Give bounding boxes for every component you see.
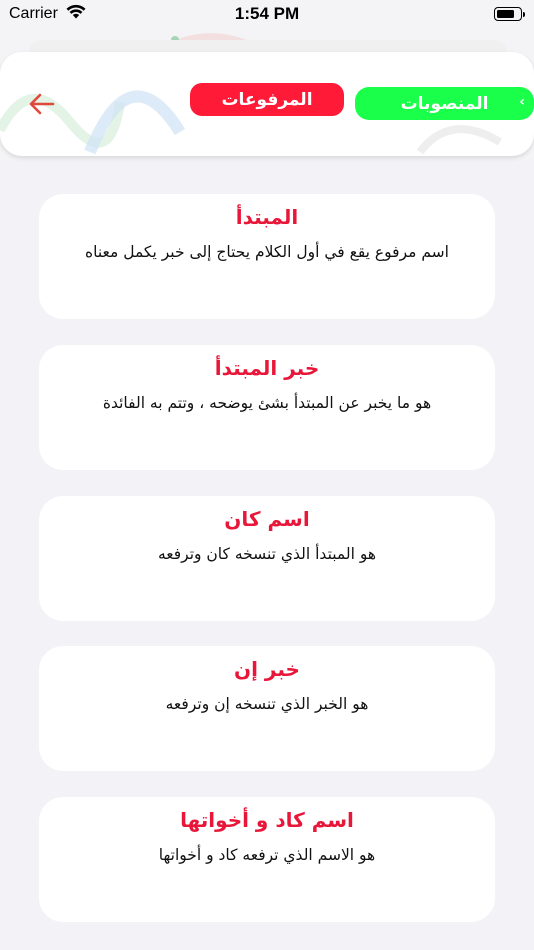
card-title: خبر إن bbox=[234, 657, 300, 681]
card-title: اسم كان bbox=[224, 507, 310, 531]
header-bar: المرفوعات المنصوبات ‹ bbox=[0, 52, 534, 156]
card-ism-kana[interactable]: اسم كان هو المبتدأ الذي تنسخه كان وترفعه bbox=[39, 496, 495, 621]
card-description: اسم مرفوع يقع في أول الكلام يحتاج إلى خب… bbox=[85, 243, 449, 261]
card-title: المبتدأ bbox=[235, 205, 299, 229]
chevron-left-icon: ‹ bbox=[519, 94, 525, 110]
tab-mansubat-label: المنصوبات bbox=[400, 93, 489, 114]
tab-mansubat[interactable]: المنصوبات ‹ bbox=[355, 87, 534, 120]
status-bar: Carrier 1:54 PM bbox=[0, 0, 534, 30]
battery-icon bbox=[494, 7, 525, 21]
card-khabar-inna[interactable]: خبر إن هو الخبر الذي تنسخه إن وترفعه bbox=[39, 646, 495, 771]
card-description: هو الاسم الذي ترفعه كاد و أخواتها bbox=[158, 846, 376, 864]
card-title: خبر المبتدأ bbox=[214, 356, 320, 380]
status-time: 1:54 PM bbox=[234, 4, 300, 23]
card-description: هو ما يخبر عن المبتدأ بشئ يوضحه ، وتتم ب… bbox=[102, 394, 432, 412]
card-mubtada[interactable]: المبتدأ اسم مرفوع يقع في أول الكلام يحتا… bbox=[39, 194, 495, 319]
app-screen: Carrier 1:54 PM المرفوعات المنصوبات ‹ ال… bbox=[0, 0, 534, 950]
tab-marfuat[interactable]: المرفوعات bbox=[190, 83, 344, 116]
card-title: اسم كاد و أخواتها bbox=[180, 808, 354, 832]
card-khabar-mubtada[interactable]: خبر المبتدأ هو ما يخبر عن المبتدأ بشئ يو… bbox=[39, 345, 495, 470]
back-button[interactable] bbox=[22, 86, 62, 122]
card-description: هو المبتدأ الذي تنسخه كان وترفعه bbox=[157, 545, 377, 563]
card-ism-kada[interactable]: اسم كاد و أخواتها هو الاسم الذي ترفعه كا… bbox=[39, 797, 495, 922]
card-description: هو الخبر الذي تنسخه إن وترفعه bbox=[165, 695, 369, 713]
tab-marfuat-label: المرفوعات bbox=[221, 89, 313, 110]
arrow-left-icon bbox=[29, 93, 55, 115]
